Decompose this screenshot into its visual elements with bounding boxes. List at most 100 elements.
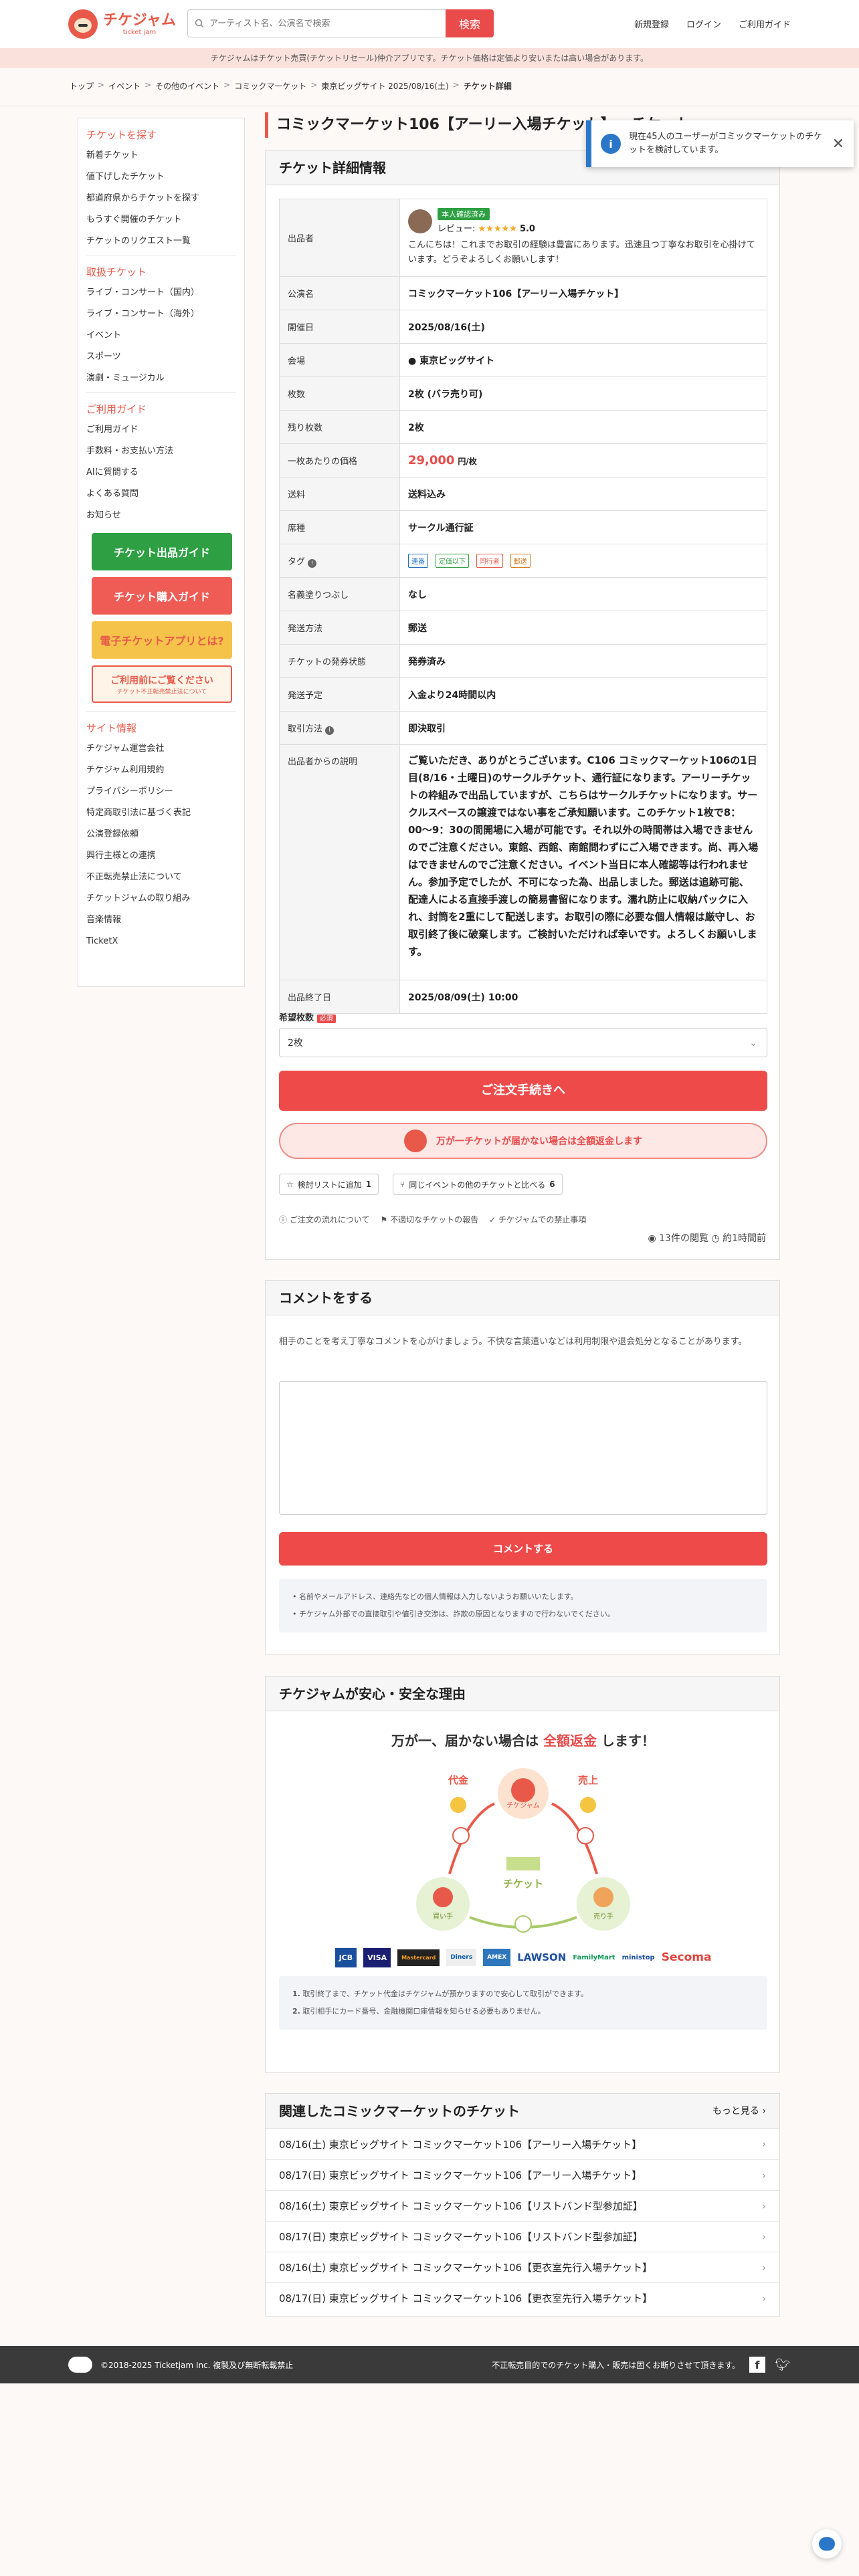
close-icon[interactable]: ✕ [832,136,844,152]
twitter-icon[interactable]: 🐦︎ [775,2357,791,2373]
row-label: 会場 [279,343,400,377]
breadcrumb-item[interactable]: その他のイベント [155,80,219,92]
login-link[interactable]: ログイン [686,17,721,30]
comment-button[interactable]: コメントする [279,1532,767,1566]
related-item[interactable]: 08/17(日) 東京ビッグサイト コミックマーケット106【アーリー入場チケッ… [266,2159,779,2190]
facebook-icon[interactable]: f [749,2357,765,2373]
row-label: 席種 [279,510,400,544]
comment-textarea[interactable] [279,1381,767,1515]
sidebar-item[interactable]: スポーツ [86,346,236,368]
sidebar-item[interactable]: お知らせ [86,505,236,526]
comment-note-text: 名前やメールアドレス、連絡先などの個人情報は入力しないようお願いいたします。 [299,1592,578,1601]
sidebar-item[interactable]: チケットジャムの取り組み [86,888,236,909]
pin-icon: ● [408,355,420,366]
notice-banner[interactable]: ご利用前にご覧ください チケット不正転売禁止法について [92,665,232,703]
buyer-guide-banner[interactable]: チケット購入ガイド [92,577,232,615]
search-icon [195,19,204,28]
sidebar-item[interactable]: プライバシーポリシー [86,781,236,802]
row-value: 郵送 [399,611,767,645]
signup-link[interactable]: 新規登録 [634,17,669,30]
sidebar-item[interactable]: 演劇・ミュージカル [86,368,236,389]
search-bar: 検索 [187,9,494,37]
guide-link[interactable]: ご利用ガイド [739,17,791,30]
comment-note: • 名前やメールアドレス、連絡先などの個人情報は入力しないようお願いいたします。 [292,1592,578,1601]
breadcrumb-item[interactable]: イベント [108,80,140,92]
logo-sub: ticket jam [122,28,157,36]
sidebar-item[interactable]: チケットのリクエスト一覧 [86,231,236,252]
refund-banner[interactable]: 万が一チケットが届かない場合は全額返金します [279,1123,767,1159]
info-icon[interactable]: i [308,558,317,568]
viewer-toast: i 現在45人のユーザーがコミックマーケットのチケットを検討しています。 ✕ [586,120,854,167]
headline-b: 全額返金 [543,1733,597,1749]
sidebar-item[interactable]: 新着チケット [86,145,236,167]
escrow-diagram: 代金 売上 チケジャム チケット 買い手 売り手 [416,1768,630,1933]
description-text: ご覧いただき、ありがとうございます。C106 コミックマーケット106の1日目(… [399,744,767,980]
order-button[interactable]: ご注文手続きへ [279,1071,767,1111]
sidebar-item[interactable]: 特定商取引法に基づく表記 [86,802,236,824]
seller-avatar[interactable] [408,209,432,233]
chat-button[interactable] [812,2529,842,2559]
sidebar-item[interactable]: よくある質問 [86,484,236,505]
mascot-icon [68,9,98,39]
site-logo[interactable]: チケジャム ticket jam [68,9,176,39]
step-3-icon [577,1827,594,1844]
sidebar-item[interactable]: チケジャム利用規約 [86,760,236,781]
related-item[interactable]: 08/16(土) 東京ビッグサイト コミックマーケット106【リストバンド型参加… [266,2190,779,2221]
ticket-detail-card: チケット詳細情報 出品者 本人確認済み レビュー: ★★★★★ 5.0 こんにち [265,150,780,1260]
related-item-label: 08/17(日) 東京ビッグサイト コミックマーケット106【リストバンド型参加… [279,2231,643,2243]
sidebar-item[interactable]: 値下げしたチケット [86,167,236,188]
tag: 連番 [408,554,428,568]
visa-logo: VISA [363,1947,391,1967]
compare-button[interactable]: ⑂ 同じイベントの他のチケットと比べる 6 [393,1174,563,1195]
sidebar-heading-find: チケットを探す [86,129,157,141]
search-button[interactable]: 検索 [446,9,494,37]
sidebar-item[interactable]: ライブ・コンサート（海外） [86,304,236,325]
sidebar-item[interactable]: 公演登録依頼 [86,824,236,845]
sidebar-item[interactable]: 手数料・お支払い方法 [86,441,236,462]
qty-label: 希望枚数 [279,1013,314,1023]
search-input[interactable] [209,18,410,29]
info-icon[interactable]: i [325,726,335,735]
mascot-icon [511,1778,535,1802]
row-label: 枚数 [279,377,400,411]
sidebar-item[interactable]: 不正転売禁止法について [86,867,236,888]
sidebar-item[interactable]: 興行主様との連携 [86,845,236,867]
chevron-right-icon: › [762,2261,766,2274]
related-item[interactable]: 08/16(土) 東京ビッグサイト コミックマーケット106【更衣室先行入場チケ… [266,2252,779,2282]
sidebar-item[interactable]: 音楽情報 [86,909,236,931]
sidebar-item[interactable]: チケジャム運営会社 [86,738,236,760]
money-label: 代金 [448,1774,469,1786]
detail-table: 出品者 本人確認済み レビュー: ★★★★★ 5.0 こんにちは！これまでお取引… [279,199,767,1014]
eticket-banner[interactable]: 電子チケットアプリとは? [92,621,232,659]
sidebar-item[interactable]: ご利用ガイド [86,419,236,441]
report-link[interactable]: ⚑ 不適切なチケットの報告 [380,1214,478,1225]
breadcrumb-item[interactable]: トップ [70,80,94,92]
venue-link[interactable]: ● 東京ビッグサイト [399,343,767,377]
rating-stars[interactable]: ★★★★★ [478,224,517,234]
related-item[interactable]: 08/17(日) 東京ビッグサイト コミックマーケット106【更衣室先行入場チケ… [266,2282,779,2313]
event-name-link[interactable]: コミックマーケット106【アーリー入場チケット】 [399,276,767,310]
related-item[interactable]: 08/16(土) 東京ビッグサイト コミックマーケット106【アーリー入場チケッ… [266,2129,779,2159]
amex-logo: AMEX [483,1949,511,1966]
sidebar-item[interactable]: イベント [86,325,236,346]
breadcrumb-item[interactable]: 東京ビッグサイト 2025/08/16(土) [321,80,448,92]
footer-logo[interactable] [68,2357,92,2373]
more-link[interactable]: もっと見る › [712,2094,766,2128]
breadcrumb-current: チケット詳細 [463,82,512,91]
add-to-list-button[interactable]: ☆ 検討リストに追加 1 [279,1174,379,1195]
safety-note-text: 取引終了まで、チケット代金はチケジャムが預かりますので安心して取引ができます。 [302,1990,588,1998]
sidebar-item[interactable]: もうすぐ開催のチケット [86,209,236,231]
sidebar-item[interactable]: TicketX [86,931,236,952]
seller-guide-banner[interactable]: チケット出品ガイド [92,533,232,570]
event-date-link[interactable]: 2025/08/16(土) [399,310,767,344]
related-heading: 関連したコミックマーケットのチケット [279,2103,520,2119]
quantity-select[interactable]: 2枚 ⌄ [279,1028,767,1057]
row-value: 送料込み [399,477,767,511]
sidebar-item[interactable]: AIに質問する [86,462,236,484]
prohibited-link[interactable]: ✓ チケジャムでの禁止事項 [489,1214,586,1225]
related-item[interactable]: 08/17(日) 東京ビッグサイト コミックマーケット106【リストバンド型参加… [266,2221,779,2252]
sidebar-item[interactable]: 都道府県からチケットを探す [86,188,236,209]
breadcrumb-item[interactable]: コミックマーケット [234,80,306,92]
order-flow-link[interactable]: ⓘ ご注文の流れについて [279,1214,369,1225]
sidebar-item[interactable]: ライブ・コンサート（国内） [86,282,236,304]
